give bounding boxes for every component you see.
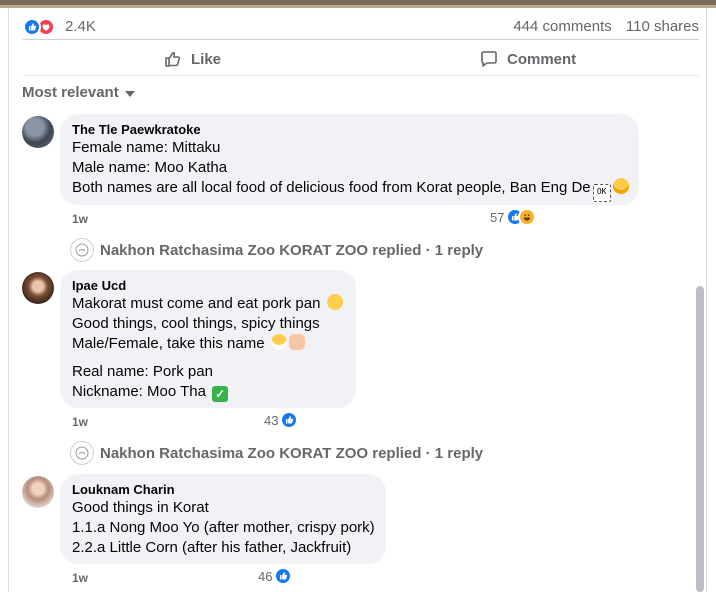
comment-line: Real name: Pork pan [72, 363, 213, 380]
shares-count-link[interactable]: 110 shares [626, 18, 699, 35]
comment-line-text: Male/Female, take this name [72, 335, 265, 352]
thumbs-up-icon [165, 51, 181, 67]
comment-line-text: Makorat must come and eat pork pan [72, 295, 321, 312]
avatar[interactable] [22, 116, 54, 148]
comment-reaction-count: 43 [264, 412, 279, 428]
comment-reaction-count: 46 [258, 568, 273, 584]
like-button[interactable]: Like [163, 44, 221, 74]
panel-border-right [706, 8, 707, 592]
comment-button[interactable]: Comment [479, 44, 576, 74]
comment-line: Male name: Moo Katha [72, 159, 228, 176]
like-reaction-icon [280, 411, 299, 429]
post-action-bar: Like Comment [23, 44, 699, 74]
comment-line: Both names are all local food of delicio… [72, 178, 629, 202]
avatar[interactable] [22, 476, 54, 508]
post-stats-right: 444 comments 110 shares [503, 18, 699, 35]
comment-reaction-count: 57 [490, 209, 505, 225]
comment-author-name[interactable]: Ipae Ucd [72, 278, 344, 294]
grimacing-emoji-icon [270, 334, 287, 350]
comment-line: Nickname: Moo Tha ✓ [72, 382, 344, 402]
like-reaction-icon [23, 18, 41, 36]
post-stats: 2.4K 444 comments 110 shares [23, 15, 699, 39]
comments-count-link[interactable]: 444 comments [513, 18, 611, 35]
comment-reactions[interactable]: 43 [264, 411, 299, 429]
comment-sort-dropdown[interactable]: Most relevant [22, 84, 135, 101]
smirk-emoji-icon [326, 294, 343, 310]
reply-separator: · [421, 444, 435, 462]
reaction-icons[interactable] [23, 18, 63, 36]
comment-timestamp[interactable]: 1w [72, 571, 88, 585]
comment-line: 1.1.a Nong Moo Yo (after mother, crispy … [72, 519, 375, 536]
panel-border-left [8, 8, 9, 592]
comment-timestamp[interactable]: 1w [72, 415, 88, 429]
comment-line: Female name: Mittaku [72, 139, 221, 156]
comment-author-name[interactable]: The Tle Paewkratoke [72, 122, 627, 138]
reply-summary-text: Nakhon Ratchasima Zoo KORAT ZOO replied [100, 444, 422, 462]
comment-line-text: Nickname: Moo Tha [72, 383, 206, 400]
comment-reactions[interactable]: 57 [490, 208, 537, 226]
actions-divider [23, 75, 699, 76]
reply-summary-text: Nakhon Ratchasima Zoo KORAT ZOO replied [100, 241, 422, 259]
reaction-count[interactable]: 2.4K [65, 18, 96, 35]
check-mark-emoji-icon: ✓ [212, 386, 229, 402]
haha-reaction-icon [518, 208, 537, 226]
comment-author-name[interactable]: Louknam Charin [72, 482, 374, 498]
view-replies-link[interactable]: Nakhon Ratchasima Zoo KORAT ZOO replied … [70, 238, 483, 262]
reply-count: 1 reply [434, 444, 484, 462]
like-button-label: Like [191, 50, 222, 68]
avatar[interactable] [22, 272, 54, 304]
comment-bubble: The Tle Paewkratoke Female name: Mittaku… [60, 114, 639, 205]
grinning-emoji-icon [612, 178, 629, 194]
comment-reactions[interactable]: 46 [258, 567, 293, 585]
stats-divider [23, 39, 699, 40]
comment-line: 2.2.a Little Corn (after his father, Jac… [72, 539, 352, 556]
comment-bubble-icon [481, 51, 497, 67]
comment-line-text: Both names are all local food of delicio… [72, 179, 591, 196]
zoo-page-avatar [70, 238, 94, 262]
caret-down-icon [124, 90, 135, 97]
comment-sort-label: Most relevant [22, 84, 119, 101]
ok-button-emoji-icon: OK [592, 184, 611, 202]
comment-bubble: Ipae Ucd Makorat must come and eat pork … [60, 270, 356, 408]
zoo-page-avatar [70, 441, 94, 465]
comment-line: Male/Female, take this name [72, 334, 344, 354]
comment-timestamp[interactable]: 1w [72, 212, 88, 226]
view-replies-link[interactable]: Nakhon Ratchasima Zoo KORAT ZOO replied … [70, 441, 483, 465]
post-image-bottom-edge [0, 0, 716, 8]
comment-line: Good things, cool things, spicy things [72, 315, 320, 332]
scrollbar-thumb[interactable] [696, 286, 704, 592]
hand-emoji-icon [288, 334, 305, 350]
reply-count: 1 reply [434, 241, 484, 259]
comment-line: Good things in Korat [72, 499, 209, 516]
like-reaction-icon [274, 567, 293, 585]
comment-button-label: Comment [507, 50, 577, 68]
reply-separator: · [421, 241, 435, 259]
comment-bubble: Louknam Charin Good things in Korat 1.1.… [60, 474, 386, 564]
comment-line: Makorat must come and eat pork pan [72, 294, 344, 314]
